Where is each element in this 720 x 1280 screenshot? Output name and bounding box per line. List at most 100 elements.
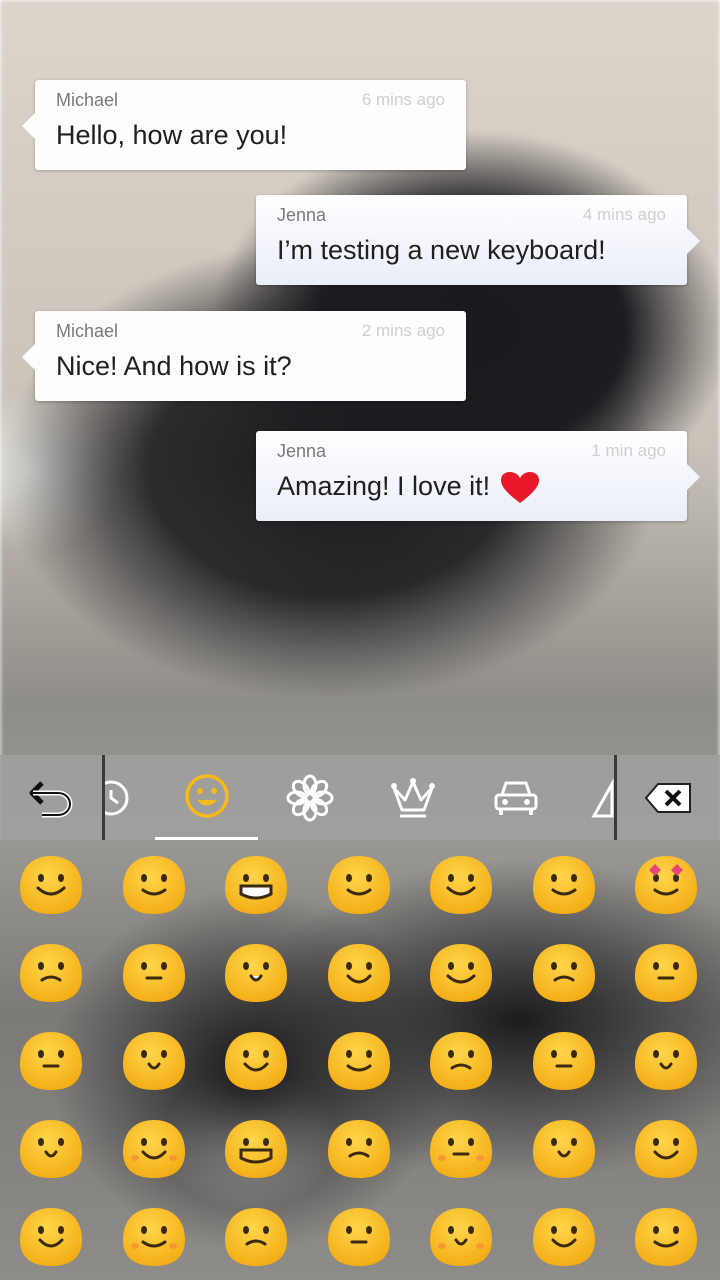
emoji-face-icon [327,1032,390,1090]
tab-symbols[interactable] [590,755,614,840]
message-time: 6 mins ago [361,90,445,109]
backspace-icon [644,782,691,813]
emoji-key[interactable] [18,942,84,1004]
message-bubble-michael-2[interactable]: Michael 2 mins ago Nice! And how is it? [22,311,466,401]
emoji-face-icon [122,856,185,914]
emoji-face-icon [532,856,595,914]
emoji-key[interactable] [223,1030,289,1092]
emoji-face-icon [122,1120,185,1178]
emoji-face-icon [20,1032,82,1090]
sender-name: Jenna [277,441,327,461]
emoji-face-icon [225,1208,287,1266]
emoji-key[interactable] [633,1030,699,1092]
message-text-row: Amazing! I love it! [277,471,540,505]
emoji-face-icon [635,856,697,914]
emoji-key[interactable] [121,1206,187,1268]
tab-smileys[interactable] [155,755,258,840]
message-bubble-jenna-2[interactable]: Jenna 1 min ago Amazing! I love it! [256,431,700,521]
emoji-face-icon [430,1208,492,1266]
message-time: 2 mins ago [361,321,445,340]
emoji-face-icon [225,944,287,1002]
emoji-key[interactable] [18,1030,84,1092]
emoji-key[interactable] [428,1030,494,1092]
emoji-face-icon [635,944,697,1002]
sender-name: Michael [56,90,119,110]
emoji-face-icon [635,1032,697,1090]
smiley-icon [184,774,229,818]
emoji-key[interactable] [326,1030,392,1092]
message-text: Hello, how are you! [56,120,288,150]
message-time: 4 mins ago [582,205,666,224]
emoji-face-icon [327,1120,390,1178]
emoji-key[interactable] [531,1118,597,1180]
emoji-key[interactable] [633,1206,699,1268]
emoji-face-icon [635,1208,697,1266]
message-bubble-michael-1[interactable]: Michael 6 mins ago Hello, how are you! [22,80,466,170]
emoji-key[interactable] [18,1118,84,1180]
emoji-key[interactable] [428,1206,494,1268]
tab-nature[interactable] [258,755,361,840]
crown-icon [390,777,435,817]
emoji-face-icon [225,1120,287,1178]
emoji-face-icon [430,1032,492,1090]
emoji-face-icon [327,1208,390,1266]
emoji-key[interactable] [18,854,84,916]
emoji-key[interactable] [531,854,597,916]
bubble-tail [22,344,35,370]
bubble-tail [687,464,700,490]
message-text: Amazing! I love it! [277,471,491,502]
emoji-key[interactable] [223,1118,289,1180]
emoji-key[interactable] [121,1030,187,1092]
emoji-key[interactable] [428,1118,494,1180]
emoji-key[interactable] [121,1118,187,1180]
emoji-face-icon [430,1120,492,1178]
emoji-face-icon [532,944,595,1002]
emoji-key[interactable] [531,1206,597,1268]
emoji-key[interactable] [326,942,392,1004]
emoji-face-icon [122,1032,185,1090]
emoji-key[interactable] [223,942,289,1004]
emoji-face-icon [532,1208,595,1266]
backspace-button[interactable] [617,755,720,840]
message-time: 1 min ago [591,441,666,460]
emoji-face-icon [430,856,492,914]
sender-name: Michael [56,321,119,341]
bubble-tail [22,113,35,139]
emoji-key[interactable] [326,1118,392,1180]
emoji-key[interactable] [223,854,289,916]
emoji-face-icon [635,1120,697,1178]
emoji-face-icon [327,944,390,1002]
car-icon [494,781,537,815]
emoji-key[interactable] [531,942,597,1004]
bubble-tail [687,228,700,254]
emoji-key[interactable] [18,1206,84,1268]
tab-recent[interactable] [105,755,135,840]
emoji-category-bar [0,755,720,840]
recent-clock-icon [105,780,129,815]
emoji-face-icon [532,1120,595,1178]
emoji-face-icon [20,944,82,1002]
emoji-face-icon [122,1208,185,1266]
emoji-key[interactable] [531,1030,597,1092]
emoji-face-icon [225,856,287,914]
message-text: I’m testing a new keyboard! [277,235,606,265]
emoji-key[interactable] [121,942,187,1004]
message-bubble-jenna-1[interactable]: Jenna 4 mins ago I’m testing a new keybo… [256,195,700,285]
emoji-key[interactable] [428,854,494,916]
emoji-face-icon [20,1208,82,1266]
emoji-key[interactable] [223,1206,289,1268]
undo-button[interactable] [0,755,102,840]
tab-places[interactable] [464,755,567,840]
emoji-key[interactable] [428,942,494,1004]
tab-objects[interactable] [361,755,464,840]
emoji-key[interactable] [121,854,187,916]
emoji-key[interactable] [633,942,699,1004]
emoji-face-icon [327,856,390,914]
emoji-key[interactable] [326,1206,392,1268]
emoji-key[interactable] [633,1118,699,1180]
heart-icon [501,472,540,503]
emoji-key[interactable] [326,854,392,916]
emoji-face-icon [122,944,185,1002]
emoji-face-icon [532,1032,595,1090]
emoji-key[interactable] [633,854,699,916]
